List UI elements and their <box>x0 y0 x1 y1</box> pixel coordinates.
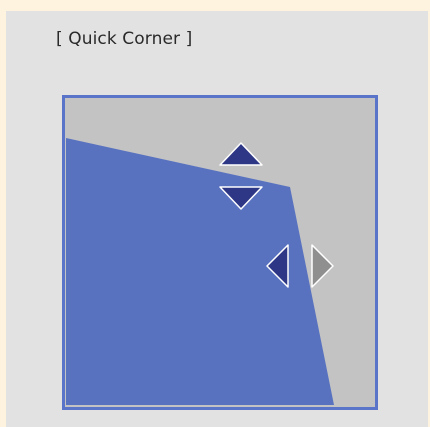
panel-title: [ Quick Corner ] <box>56 29 193 49</box>
corner-preview <box>62 95 378 410</box>
